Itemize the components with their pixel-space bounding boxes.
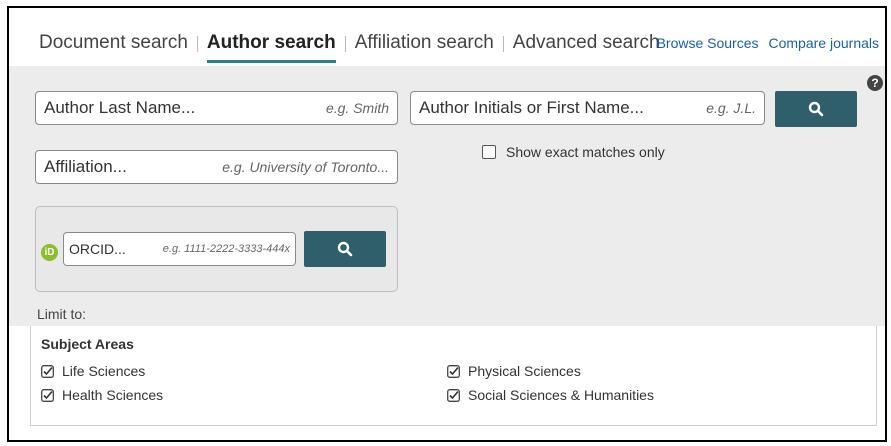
tab-divider <box>344 36 346 52</box>
author-last-name-input[interactable]: Author Last Name... e.g. Smith <box>35 91 398 125</box>
subject-areas-panel: Subject Areas Life Sciences Health Scien… <box>30 326 877 426</box>
author-search-window: Document search Author search Affiliatio… <box>7 6 887 442</box>
checkbox-checked-icon[interactable] <box>447 388 460 402</box>
search-tab-bar: Document search Author search Affiliatio… <box>9 8 885 66</box>
affiliation-example: e.g. University of Toronto... <box>222 159 389 175</box>
subject-social-sciences-label: Social Sciences & Humanities <box>468 387 654 403</box>
author-initials-input[interactable]: Author Initials or First Name... e.g. J.… <box>410 91 765 125</box>
affiliation-placeholder: Affiliation... <box>44 157 127 176</box>
orcid-input[interactable]: ORCID... e.g. 1111-2222-3333-444x <box>63 232 296 266</box>
checkbox-checked-icon[interactable] <box>41 364 54 378</box>
author-search-button[interactable] <box>775 91 857 127</box>
tab-author-search[interactable]: Author search <box>206 32 336 63</box>
help-icon[interactable]: ? <box>867 75 883 91</box>
subject-life-sciences[interactable]: Life Sciences <box>41 363 145 379</box>
orcid-icon: iD <box>41 244 58 261</box>
subject-areas-title: Subject Areas <box>41 336 134 352</box>
header-links: Browse Sources Compare journals <box>657 35 879 51</box>
subject-physical-sciences[interactable]: Physical Sciences <box>447 363 581 379</box>
search-icon <box>808 101 824 117</box>
affiliation-input[interactable]: Affiliation... e.g. University of Toront… <box>35 150 398 184</box>
search-tabs: Document search Author search Affiliatio… <box>39 32 660 63</box>
orcid-example: e.g. 1111-2222-3333-444x <box>162 243 290 255</box>
author-last-name-placeholder: Author Last Name... <box>44 98 196 117</box>
orcid-search-button[interactable] <box>304 231 386 267</box>
tab-affiliation-search[interactable]: Affiliation search <box>355 32 494 60</box>
tab-divider <box>502 36 504 52</box>
tab-document-search[interactable]: Document search <box>39 32 188 60</box>
subject-health-sciences-label: Health Sciences <box>62 387 164 403</box>
author-last-name-example: e.g. Smith <box>325 100 389 116</box>
author-search-panel: ? Author Last Name... e.g. Smith Author … <box>9 66 885 326</box>
exact-matches-option[interactable]: Show exact matches only <box>482 144 665 160</box>
orcid-search-box: iD ORCID... e.g. 1111-2222-3333-444x <box>35 206 398 292</box>
subject-life-sciences-label: Life Sciences <box>62 363 146 379</box>
search-icon <box>337 241 353 257</box>
exact-matches-checkbox[interactable] <box>482 145 496 159</box>
limit-to-label: Limit to: <box>37 306 87 322</box>
browse-sources-link[interactable]: Browse Sources <box>657 35 759 51</box>
compare-journals-link[interactable]: Compare journals <box>769 35 880 51</box>
exact-matches-label: Show exact matches only <box>506 144 665 160</box>
subject-health-sciences[interactable]: Health Sciences <box>41 387 163 403</box>
author-initials-placeholder: Author Initials or First Name... <box>419 98 644 117</box>
tab-divider <box>196 36 198 52</box>
author-initials-example: e.g. J.L. <box>706 100 756 116</box>
subject-social-sciences[interactable]: Social Sciences & Humanities <box>447 387 654 403</box>
tab-advanced-search[interactable]: Advanced search <box>513 32 660 60</box>
checkbox-checked-icon[interactable] <box>41 388 54 402</box>
orcid-placeholder: ORCID... <box>69 241 126 257</box>
checkbox-checked-icon[interactable] <box>447 364 460 378</box>
subject-physical-sciences-label: Physical Sciences <box>468 363 581 379</box>
